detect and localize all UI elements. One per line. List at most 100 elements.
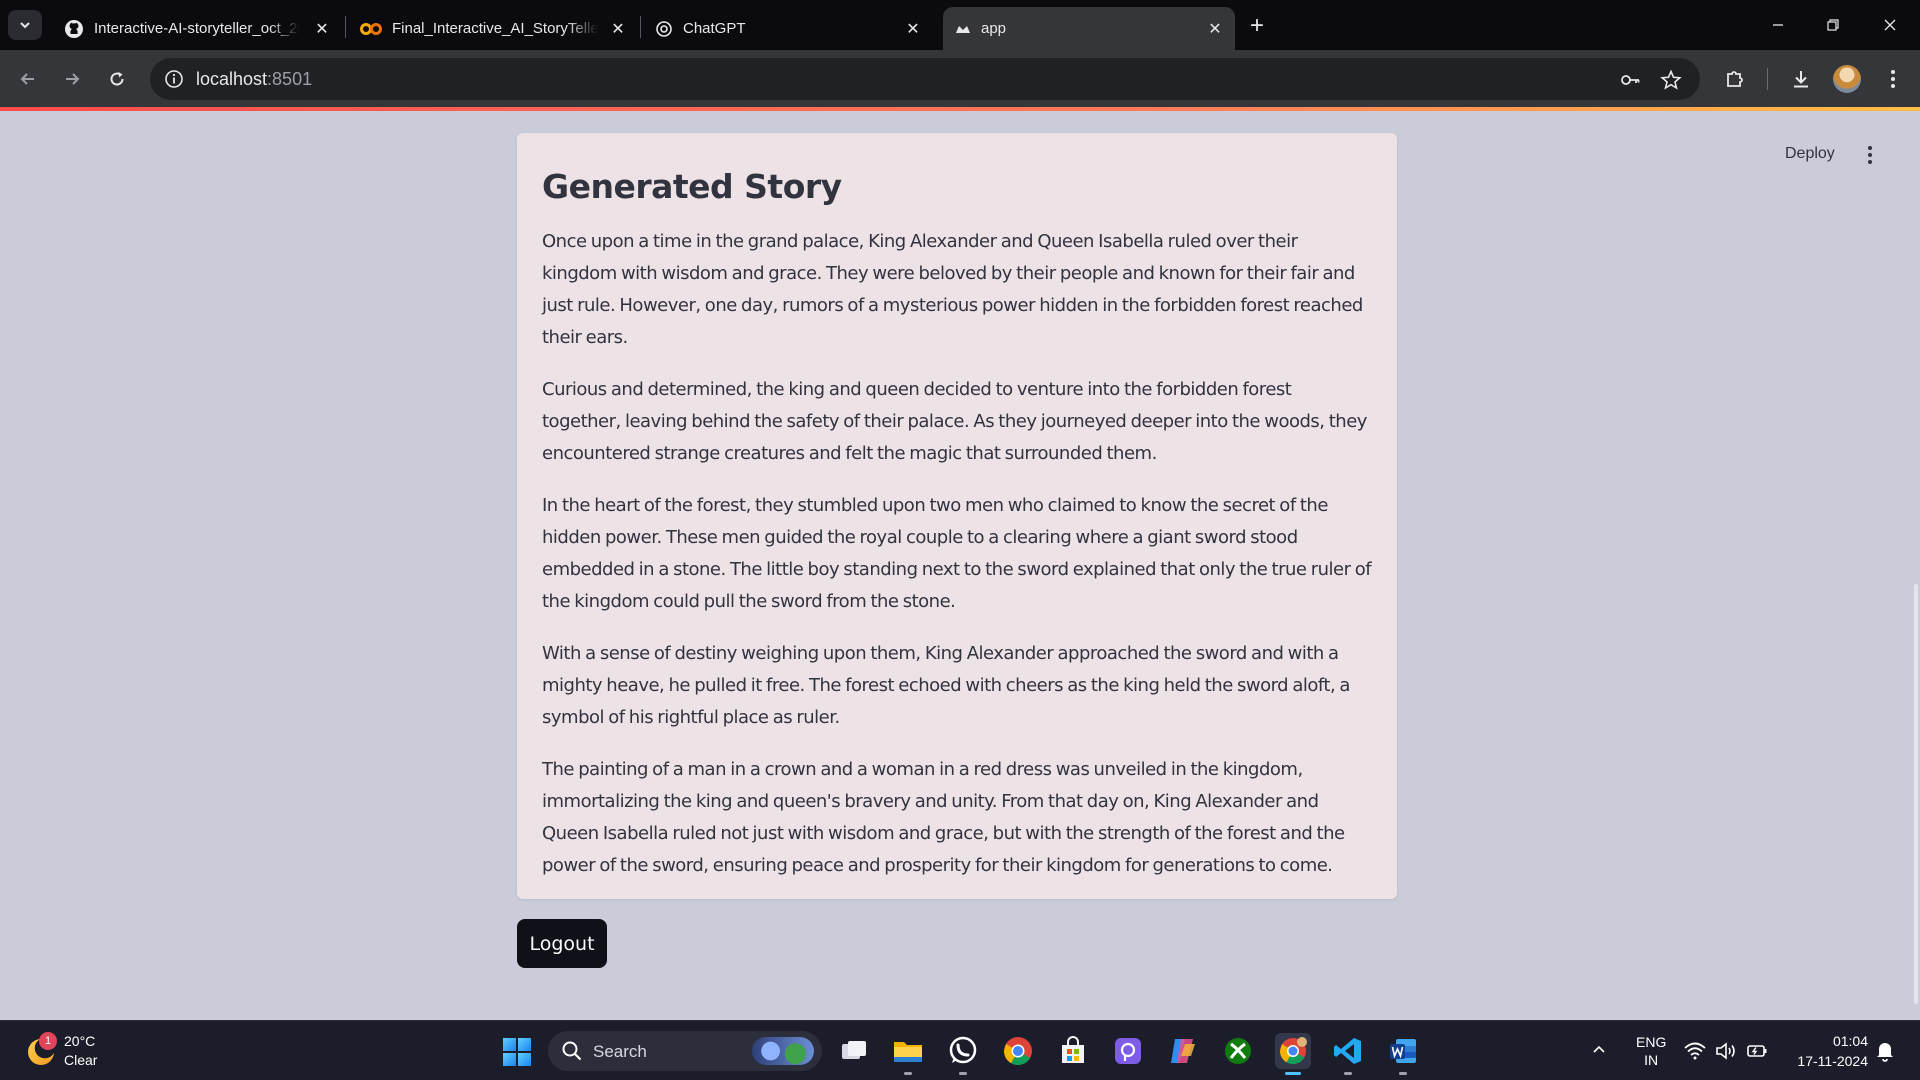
app-page: Deploy Generated Story Once upon a time … xyxy=(0,111,1920,1020)
arrow-right-icon xyxy=(66,73,80,85)
close-icon[interactable]: ✕ xyxy=(312,19,332,39)
windows-logo-tile xyxy=(503,1038,516,1051)
task-view-icon[interactable] xyxy=(836,1033,872,1069)
tab-title: Final_Interactive_AI_StoryTeller.ipynb xyxy=(392,20,598,37)
restore-icon xyxy=(1827,19,1839,31)
weather-widget[interactable]: 1 20°C Clear xyxy=(24,1031,144,1073)
kebab-menu-icon xyxy=(1891,70,1895,88)
search-label: Search xyxy=(593,1042,647,1061)
story-paragraph: Curious and determined, the king and que… xyxy=(542,379,1367,464)
story-paragraph: The painting of a man in a crown and a w… xyxy=(542,759,1345,876)
tab-github[interactable]: Interactive-AI-storyteller_oct_2024 ✕ xyxy=(52,7,342,50)
site-info-icon[interactable] xyxy=(162,67,186,91)
windows-logo-tile xyxy=(503,1053,516,1066)
menu-dot xyxy=(1868,146,1872,150)
copilot-icon[interactable] xyxy=(1165,1033,1201,1069)
downloads-button[interactable] xyxy=(1786,64,1816,94)
tab-chatgpt[interactable]: ChatGPT ✕ xyxy=(643,7,933,50)
password-key-icon[interactable] xyxy=(1618,68,1642,92)
tab-title: app xyxy=(981,20,1007,37)
taskbar-search[interactable]: Search xyxy=(548,1031,822,1071)
chrome-profile-icon[interactable] xyxy=(1275,1033,1311,1075)
colab-icon xyxy=(360,22,382,35)
arrow-left-icon xyxy=(20,73,34,85)
weather-condition: Clear xyxy=(64,1052,98,1068)
bookmark-star-icon[interactable] xyxy=(1659,68,1683,92)
close-icon[interactable]: ✕ xyxy=(1205,19,1225,39)
scrollbar[interactable] xyxy=(1914,584,1918,1004)
clock-time: 01:04 xyxy=(1832,1033,1868,1049)
browser-tab-bar: Interactive-AI-storyteller_oct_2024 ✕ Fi… xyxy=(0,0,1920,50)
tab-separator xyxy=(345,16,346,38)
menu-dot xyxy=(1868,160,1872,164)
tab-title: ChatGPT xyxy=(683,20,746,37)
menu-dot xyxy=(1868,153,1872,157)
system-clock[interactable]: 01:04 17-11-2024 xyxy=(1784,1031,1868,1071)
app-menu-button[interactable] xyxy=(1860,143,1880,167)
tab-search-button[interactable] xyxy=(8,10,42,40)
tab-colab[interactable]: Final_Interactive_AI_StoryTeller.ipynb ✕ xyxy=(348,7,638,50)
windows-logo-tile xyxy=(518,1038,531,1051)
windows-logo-tile xyxy=(518,1053,531,1066)
tab-separator xyxy=(640,16,641,38)
url-text: localhost:8501 xyxy=(196,69,312,90)
url-host: localhost xyxy=(196,69,268,89)
story-paragraph: In the heart of the forest, they stumble… xyxy=(542,495,1372,612)
wifi-icon[interactable] xyxy=(1684,1040,1706,1062)
microsoft-store-icon[interactable] xyxy=(1055,1033,1091,1069)
profile-avatar[interactable] xyxy=(1833,65,1861,93)
toolbar-divider xyxy=(1767,68,1768,90)
running-indicator xyxy=(904,1072,912,1075)
logout-button[interactable]: Logout xyxy=(517,919,607,968)
forward-button[interactable] xyxy=(57,64,87,94)
story-paragraph: With a sense of destiny weighing upon th… xyxy=(542,643,1350,728)
tab-app[interactable]: app ✕ xyxy=(943,7,1235,50)
reload-button[interactable] xyxy=(102,64,132,94)
close-icon xyxy=(1884,19,1896,31)
chatgpt-icon xyxy=(656,20,672,37)
running-indicator xyxy=(1285,1072,1301,1075)
minimize-icon xyxy=(1773,24,1783,26)
region-code: IN xyxy=(1644,1052,1659,1068)
story-card: Generated Story Once upon a time in the … xyxy=(517,133,1397,899)
chevron-down-icon xyxy=(20,22,30,29)
github-icon xyxy=(65,19,83,38)
clock-date: 17-11-2024 xyxy=(1797,1053,1868,1069)
windows-taskbar: 1 20°C Clear Search ENG IN 01:04 17-11-2… xyxy=(0,1020,1920,1080)
search-highlight-image xyxy=(752,1037,814,1065)
language-indicator[interactable]: ENG IN xyxy=(1636,1033,1666,1069)
volume-icon[interactable] xyxy=(1715,1040,1737,1062)
proton-icon[interactable] xyxy=(1110,1033,1146,1069)
new-tab-button[interactable]: + xyxy=(1243,12,1271,40)
reload-icon xyxy=(110,72,124,86)
notification-badge: 1 xyxy=(39,1032,57,1050)
puzzle-icon xyxy=(1727,71,1743,87)
story-title: Generated Story xyxy=(542,167,842,206)
language-code: ENG xyxy=(1636,1034,1667,1050)
close-icon[interactable]: ✕ xyxy=(608,19,628,39)
close-window-button[interactable] xyxy=(1870,10,1910,40)
minimize-button[interactable] xyxy=(1758,10,1798,40)
running-indicator xyxy=(959,1072,967,1075)
close-icon[interactable]: ✕ xyxy=(903,19,923,39)
download-icon xyxy=(1794,71,1808,88)
extensions-button[interactable] xyxy=(1720,64,1750,94)
whatsapp-icon[interactable] xyxy=(945,1033,981,1075)
xbox-icon[interactable] xyxy=(1220,1033,1256,1069)
battery-icon[interactable] xyxy=(1746,1040,1768,1062)
notification-bell-icon[interactable] xyxy=(1875,1040,1897,1062)
browser-toolbar: localhost:8501 xyxy=(0,50,1920,107)
vscode-icon[interactable] xyxy=(1330,1033,1366,1075)
tab-title: Interactive-AI-storyteller_oct_2024 xyxy=(94,20,300,37)
search-icon xyxy=(562,1041,582,1061)
start-button[interactable] xyxy=(503,1038,531,1066)
address-bar[interactable]: localhost:8501 xyxy=(150,58,1700,100)
back-button[interactable] xyxy=(13,64,43,94)
restore-button[interactable] xyxy=(1813,10,1853,40)
file-explorer-icon[interactable] xyxy=(890,1033,926,1075)
chrome-icon[interactable] xyxy=(1000,1033,1036,1069)
show-hidden-icons-chevron-up-icon[interactable] xyxy=(1592,1041,1606,1057)
browser-menu-button[interactable] xyxy=(1878,64,1908,94)
deploy-button[interactable]: Deploy xyxy=(1785,145,1835,163)
word-icon[interactable] xyxy=(1385,1033,1421,1075)
